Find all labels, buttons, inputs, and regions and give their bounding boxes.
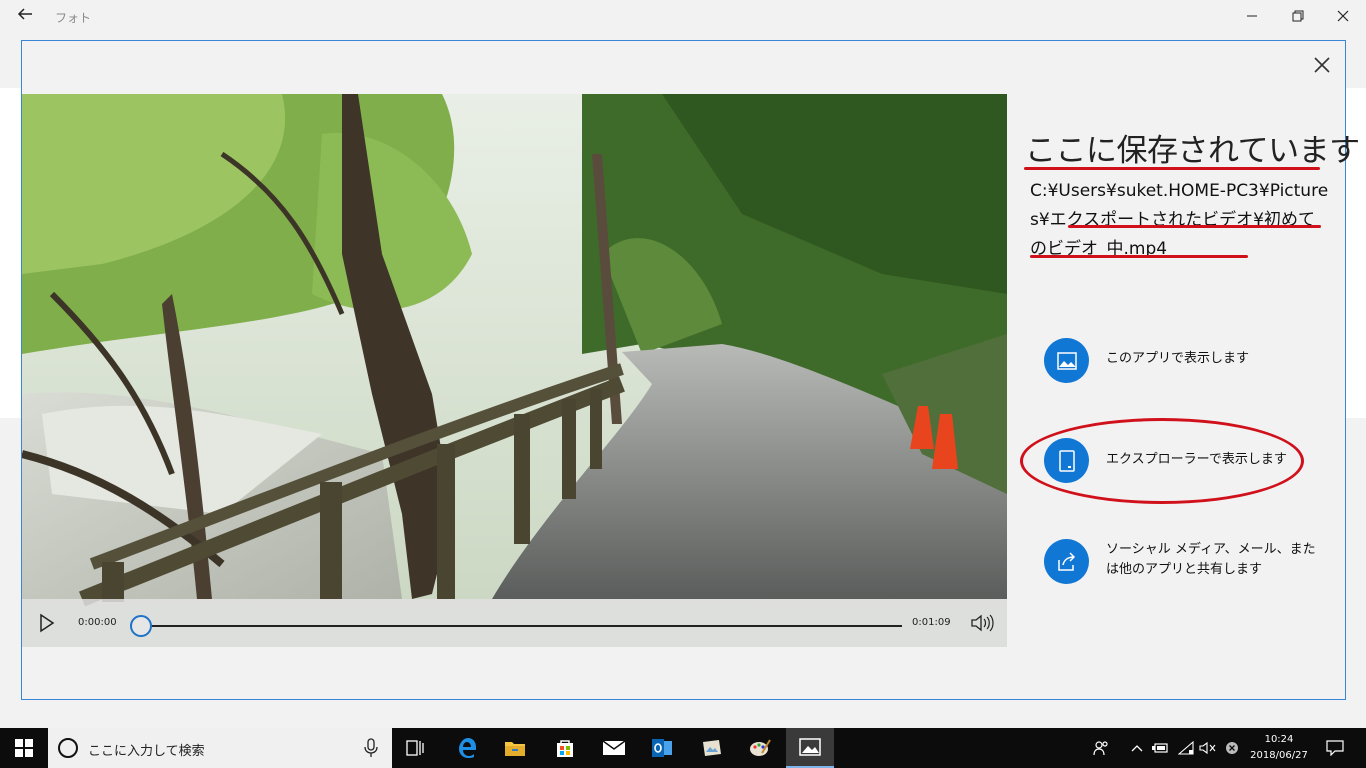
app-title: フォト [55, 11, 92, 25]
play-button[interactable] [38, 613, 56, 633]
video-controls: 0:00:00 0:01:09 [22, 599, 1007, 647]
seek-thumb[interactable] [130, 615, 152, 637]
restore-button[interactable] [1275, 0, 1321, 32]
wifi-icon[interactable] [1176, 728, 1196, 768]
saved-file-path: C:¥Users¥suket.HOME-PC3¥Pictures¥エクスポートさ… [1030, 181, 1329, 259]
photos-app-icon[interactable] [786, 728, 834, 768]
windows-logo-icon [15, 739, 33, 757]
search-placeholder: ここに入力して検索 [88, 744, 205, 759]
back-arrow-icon[interactable] [14, 6, 36, 28]
microphone-icon[interactable] [364, 738, 378, 758]
volume-muted-icon[interactable] [1198, 728, 1218, 768]
background-panel [0, 88, 22, 418]
share-button[interactable]: ソーシャル メディア、メール、または他のアプリと共有します [1044, 536, 1334, 586]
paint-icon[interactable] [736, 728, 784, 768]
view-in-app-button[interactable]: このアプリで表示します [1044, 335, 1334, 385]
clock-time: 10:24 [1264, 734, 1294, 745]
video-preview[interactable]: 0:00:00 0:01:09 [22, 94, 1007, 647]
close-icon [1314, 57, 1330, 73]
seek-bar[interactable] [140, 625, 902, 627]
annotation-underline [1024, 167, 1320, 170]
volume-icon [971, 614, 994, 632]
play-icon [40, 613, 55, 633]
saved-location-heading: ここに保存されています [1025, 133, 1360, 169]
mail-icon[interactable] [590, 728, 638, 768]
annotation-underline [1030, 255, 1248, 258]
image-icon [1044, 338, 1089, 383]
store-icon[interactable] [541, 728, 589, 768]
share-icon [1044, 539, 1089, 584]
clock-date: 2018/06/27 [1250, 750, 1308, 761]
outlook-icon[interactable] [638, 728, 686, 768]
view-in-app-label: このアプリで表示します [1106, 351, 1250, 366]
people-icon[interactable] [1090, 728, 1112, 768]
export-complete-dialog: 0:00:00 0:01:09 ここに保存されています C:¥Users¥suk… [21, 40, 1360, 700]
photo-viewer-icon[interactable] [688, 728, 736, 768]
current-time: 0:00:00 [78, 617, 117, 628]
title-bar: フォト [0, 0, 1366, 34]
cortana-icon [58, 738, 78, 758]
total-time: 0:01:09 [912, 617, 951, 628]
annotation-underline [1068, 225, 1321, 228]
annotation-circle [1020, 418, 1304, 504]
action-center-icon[interactable] [1320, 728, 1350, 768]
taskbar-clock[interactable]: 10:24 2018/06/27 [1246, 732, 1312, 764]
file-explorer-icon[interactable] [491, 728, 539, 768]
minimize-button[interactable] [1229, 0, 1275, 32]
edge-browser-icon[interactable] [443, 728, 491, 768]
share-label: ソーシャル メディア、メール、または他のアプリと共有します [1106, 542, 1316, 577]
battery-icon[interactable] [1151, 728, 1171, 768]
chevron-up-icon[interactable] [1128, 728, 1146, 768]
window-close-button[interactable] [1320, 0, 1366, 32]
taskbar-search-box[interactable]: ここに入力して検索 [48, 728, 392, 768]
task-view-icon[interactable] [392, 728, 440, 768]
taskbar: ここに入力して検索 10:24 2018/06/27 [0, 728, 1366, 768]
volume-button[interactable] [970, 612, 994, 634]
dialog-close-button[interactable] [1311, 54, 1333, 76]
notification-close-icon[interactable] [1222, 728, 1242, 768]
video-frame [22, 94, 1007, 647]
start-button[interactable] [0, 728, 48, 768]
